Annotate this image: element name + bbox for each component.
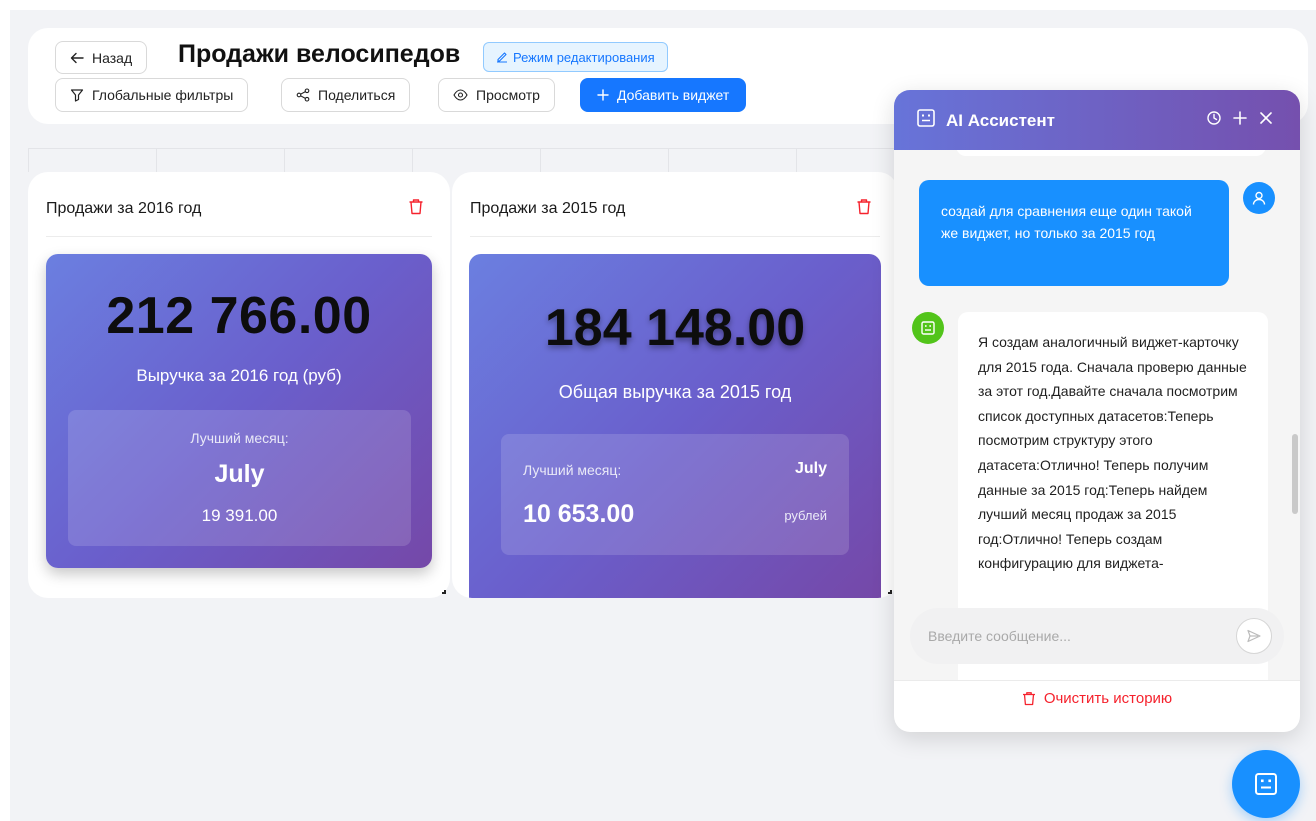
grid-guide [156, 148, 157, 172]
best-month-amount: 19 391.00 [201, 506, 278, 525]
best-month-box: Лучший месяц: July 10 653.00 рублей [501, 434, 849, 555]
eye-icon [453, 89, 468, 101]
grid-guide [540, 148, 541, 172]
best-month-unit: рублей [784, 508, 827, 523]
clear-history-button[interactable]: Очистить историю [894, 690, 1300, 707]
kpi-card: 212 766.00 Выручка за 2016 год (руб) Луч… [46, 254, 432, 568]
best-month-box: Лучший месяц: July 19 391.00 [68, 410, 411, 546]
global-filters-label: Глобальные фильтры [92, 87, 234, 103]
grid-guide [28, 148, 29, 172]
kpi-caption: Общая выручка за 2015 год [558, 382, 792, 402]
bot-avatar [912, 312, 944, 344]
widget-divider [470, 236, 880, 237]
robot-icon [921, 321, 935, 335]
back-button[interactable]: Назад [55, 41, 148, 74]
trash-icon [857, 199, 871, 215]
filter-icon [70, 89, 84, 102]
robot-icon [917, 109, 935, 127]
grid-guide [284, 148, 285, 172]
share-label: Поделиться [318, 87, 396, 103]
edit-mode-label: Режим редактирования [513, 49, 655, 65]
user-icon [1252, 191, 1266, 205]
arrow-left-icon [70, 52, 84, 63]
chat-messages[interactable]: создай для сравнения еще один такой же в… [894, 150, 1300, 680]
kpi-value: 184 148.00 [544, 299, 806, 357]
assistant-header: AI Ассистент [894, 90, 1300, 150]
resize-handle[interactable] [888, 590, 892, 594]
kpi-card: 184 148.00 Общая выручка за 2015 год Луч… [469, 254, 881, 598]
delete-widget-button[interactable] [408, 198, 424, 220]
grid-guide [412, 148, 413, 172]
best-month-name: July [794, 460, 827, 477]
share-button[interactable]: Поделиться [281, 78, 411, 112]
assistant-divider [894, 680, 1300, 681]
clear-history-label: Очистить историю [1043, 690, 1173, 707]
kpi-value: 212 766.00 [106, 287, 372, 345]
user-message: создай для сравнения еще один такой же в… [919, 180, 1229, 286]
delete-widget-button[interactable] [856, 198, 872, 220]
resize-handle[interactable] [442, 590, 446, 594]
trash-icon [409, 199, 423, 215]
send-icon [1247, 629, 1261, 643]
trash-icon [1022, 692, 1035, 706]
best-month-label: Лучший месяц: [190, 430, 289, 446]
grid-guide [28, 148, 898, 149]
message-input[interactable] [910, 608, 1284, 664]
assistant-title: AI Ассистент [946, 111, 1055, 130]
plus-icon [597, 89, 609, 101]
page-title: Продажи велосипедов [178, 40, 461, 68]
chat-scrollbar[interactable] [1292, 434, 1298, 514]
view-label: Просмотр [476, 87, 540, 103]
widget-title: Продажи за 2016 год [46, 200, 202, 217]
widget-sales-2016[interactable]: Продажи за 2016 год 212 766.00 Выручка з… [28, 172, 450, 598]
ai-assistant-panel: AI Ассистент создай для сравнения еще од… [894, 90, 1300, 732]
previous-message-edge [956, 150, 1266, 156]
best-month-name: July [214, 460, 265, 488]
global-filters-button[interactable]: Глобальные фильтры [55, 78, 249, 112]
add-widget-label: Добавить виджет [617, 87, 730, 103]
close-icon[interactable] [1258, 110, 1274, 126]
widget-sales-2015[interactable]: Продажи за 2015 год 184 148.00 Общая выр… [452, 172, 898, 598]
user-avatar [1243, 182, 1275, 214]
widget-divider [46, 236, 432, 237]
best-month-label: Лучший месяц: [523, 462, 622, 478]
send-button[interactable] [1236, 618, 1272, 654]
edit-mode-badge: Режим редактирования [483, 42, 668, 72]
kpi-caption: Выручка за 2016 год (руб) [136, 366, 342, 385]
grid-guide [796, 148, 797, 172]
history-icon[interactable] [1206, 110, 1222, 126]
assistant-toggle-button[interactable] [1232, 750, 1300, 818]
pencil-icon [497, 52, 507, 63]
view-button[interactable]: Просмотр [438, 78, 555, 112]
robot-icon [1255, 773, 1277, 795]
best-month-amount: 10 653.00 [523, 500, 635, 528]
new-chat-plus-icon[interactable] [1232, 110, 1248, 126]
share-icon [296, 88, 310, 102]
add-widget-button[interactable]: Добавить виджет [580, 78, 747, 112]
widget-title: Продажи за 2015 год [470, 200, 626, 217]
back-button-label: Назад [92, 49, 133, 66]
grid-guide [668, 148, 669, 172]
